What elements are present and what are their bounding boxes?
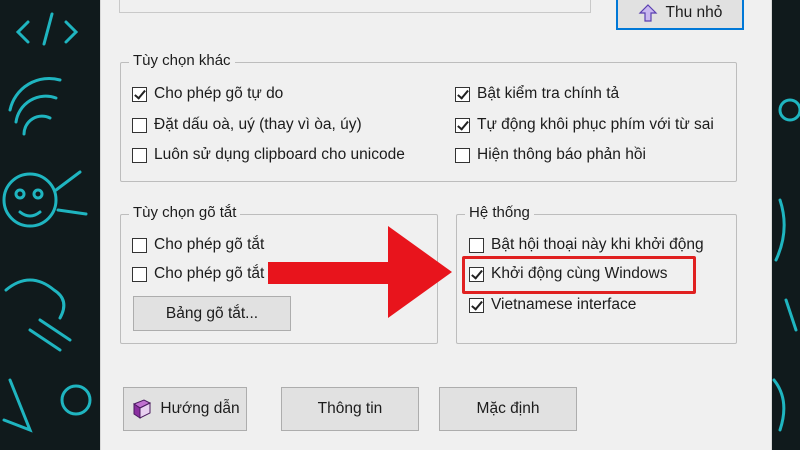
system-title: Hệ thống bbox=[465, 204, 534, 221]
guide-button[interactable]: Hướng dẫn bbox=[123, 387, 247, 431]
option-show-feedback[interactable]: Hiện thông báo phản hồi bbox=[455, 146, 646, 164]
option-vietnamese-interface[interactable]: Vietnamese interface bbox=[469, 296, 636, 314]
info-button-label: Thông tin bbox=[317, 400, 383, 417]
option-label: Đặt dấu oà, uý (thay vì òa, úy) bbox=[154, 116, 362, 133]
checkbox[interactable] bbox=[469, 237, 484, 253]
checkbox[interactable] bbox=[455, 86, 470, 102]
up-arrow-icon bbox=[638, 3, 658, 23]
other-options-title: Tùy chọn khác bbox=[129, 52, 235, 69]
option-free-typing[interactable]: Cho phép gõ tự do bbox=[132, 85, 283, 103]
checkbox[interactable] bbox=[132, 266, 147, 282]
checkbox[interactable] bbox=[469, 297, 484, 313]
top-group-box bbox=[119, 0, 591, 13]
option-label: Cho phép gõ tắt bbox=[154, 265, 265, 282]
book-icon bbox=[130, 398, 152, 420]
default-button-label: Mặc định bbox=[476, 400, 540, 417]
option-show-on-startup[interactable]: Bật hội thoại này khi khởi động bbox=[469, 236, 704, 254]
checkbox[interactable] bbox=[455, 117, 470, 133]
option-label: Bật hội thoại này khi khởi động bbox=[491, 236, 704, 253]
option-new-tone-placement[interactable]: Đặt dấu oà, uý (thay vì òa, úy) bbox=[132, 116, 362, 134]
option-label: Tự động khôi phục phím với từ sai bbox=[477, 116, 714, 133]
checkbox[interactable] bbox=[132, 237, 147, 253]
option-label: Cho phép gõ tắt bbox=[154, 236, 265, 253]
guide-button-label: Hướng dẫn bbox=[160, 400, 240, 417]
checkbox[interactable] bbox=[132, 86, 147, 102]
option-unicode-clipboard[interactable]: Luôn sử dụng clipboard cho unicode bbox=[132, 146, 405, 164]
option-label: Cho phép gõ tự do bbox=[154, 85, 284, 102]
highlight-box bbox=[462, 256, 696, 294]
shortcut-table-button-label: Bảng gõ tắt... bbox=[165, 304, 259, 322]
checkbox[interactable] bbox=[132, 147, 147, 163]
option-allow-shortcut-2[interactable]: Cho phép gõ tắt bbox=[132, 265, 264, 283]
option-spell-check[interactable]: Bật kiểm tra chính tả bbox=[455, 85, 619, 103]
shrink-button-label: Thu nhỏ bbox=[665, 4, 723, 21]
option-label: Bật kiểm tra chính tả bbox=[477, 85, 620, 102]
default-button[interactable]: Mặc định bbox=[439, 387, 577, 431]
shortcut-options-title: Tùy chọn gõ tắt bbox=[129, 204, 241, 221]
red-arrow bbox=[268, 226, 452, 318]
shrink-button[interactable]: Thu nhỏ bbox=[616, 0, 744, 30]
option-allow-shortcut[interactable]: Cho phép gõ tắt bbox=[132, 236, 264, 254]
option-auto-restore[interactable]: Tự động khôi phục phím với từ sai bbox=[455, 116, 714, 134]
checkbox[interactable] bbox=[132, 117, 147, 133]
option-label: Luôn sử dụng clipboard cho unicode bbox=[154, 146, 405, 163]
info-button[interactable]: Thông tin bbox=[281, 387, 419, 431]
option-label: Vietnamese interface bbox=[491, 296, 637, 313]
option-label: Hiện thông báo phản hồi bbox=[477, 146, 646, 163]
checkbox[interactable] bbox=[455, 147, 470, 163]
